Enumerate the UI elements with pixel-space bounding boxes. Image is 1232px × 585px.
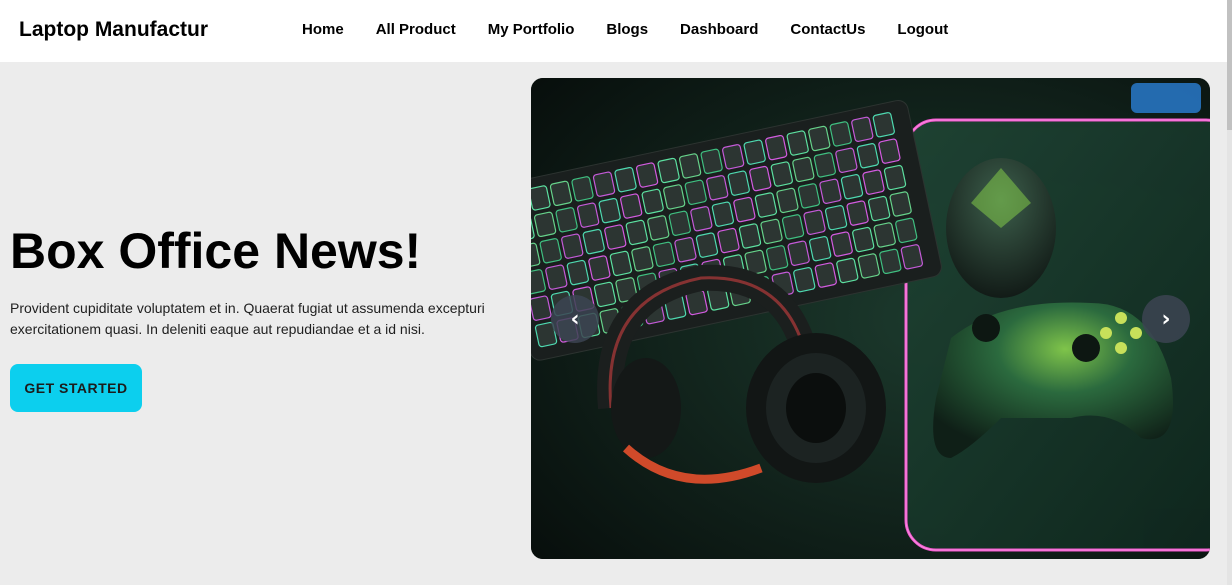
nav-item-my-portfolio[interactable]: My Portfolio xyxy=(472,21,591,38)
nav-menu: Home All Product My Portfolio Blogs Dash… xyxy=(286,21,964,38)
nav-item-contactus[interactable]: ContactUs xyxy=(774,21,881,38)
scrollbar-thumb[interactable] xyxy=(1227,0,1232,130)
nav-item-logout[interactable]: Logout xyxy=(881,21,964,38)
get-started-button[interactable]: GET STARTED xyxy=(10,364,142,412)
nav-item-home[interactable]: Home xyxy=(286,21,360,38)
hero-title: Box Office News! xyxy=(10,223,422,279)
nav-item-all-product[interactable]: All Product xyxy=(360,21,472,38)
brand-logo-text[interactable]: Laptop Manufactur xyxy=(19,18,208,42)
page-scrollbar[interactable] xyxy=(1227,0,1232,585)
gaming-setup-image xyxy=(531,78,1210,559)
hero-description: Provident cupiditate voluptatem et in. Q… xyxy=(10,300,485,337)
carousel-next-button[interactable]: › xyxy=(1142,295,1190,343)
nav-item-dashboard[interactable]: Dashboard xyxy=(664,21,774,38)
carousel-prev-button[interactable]: ‹ xyxy=(551,295,599,343)
nav-item-blogs[interactable]: Blogs xyxy=(590,21,664,38)
hero-carousel: ‹ › xyxy=(531,78,1210,559)
navbar: Laptop Manufactur Home All Product My Po… xyxy=(0,0,1232,62)
